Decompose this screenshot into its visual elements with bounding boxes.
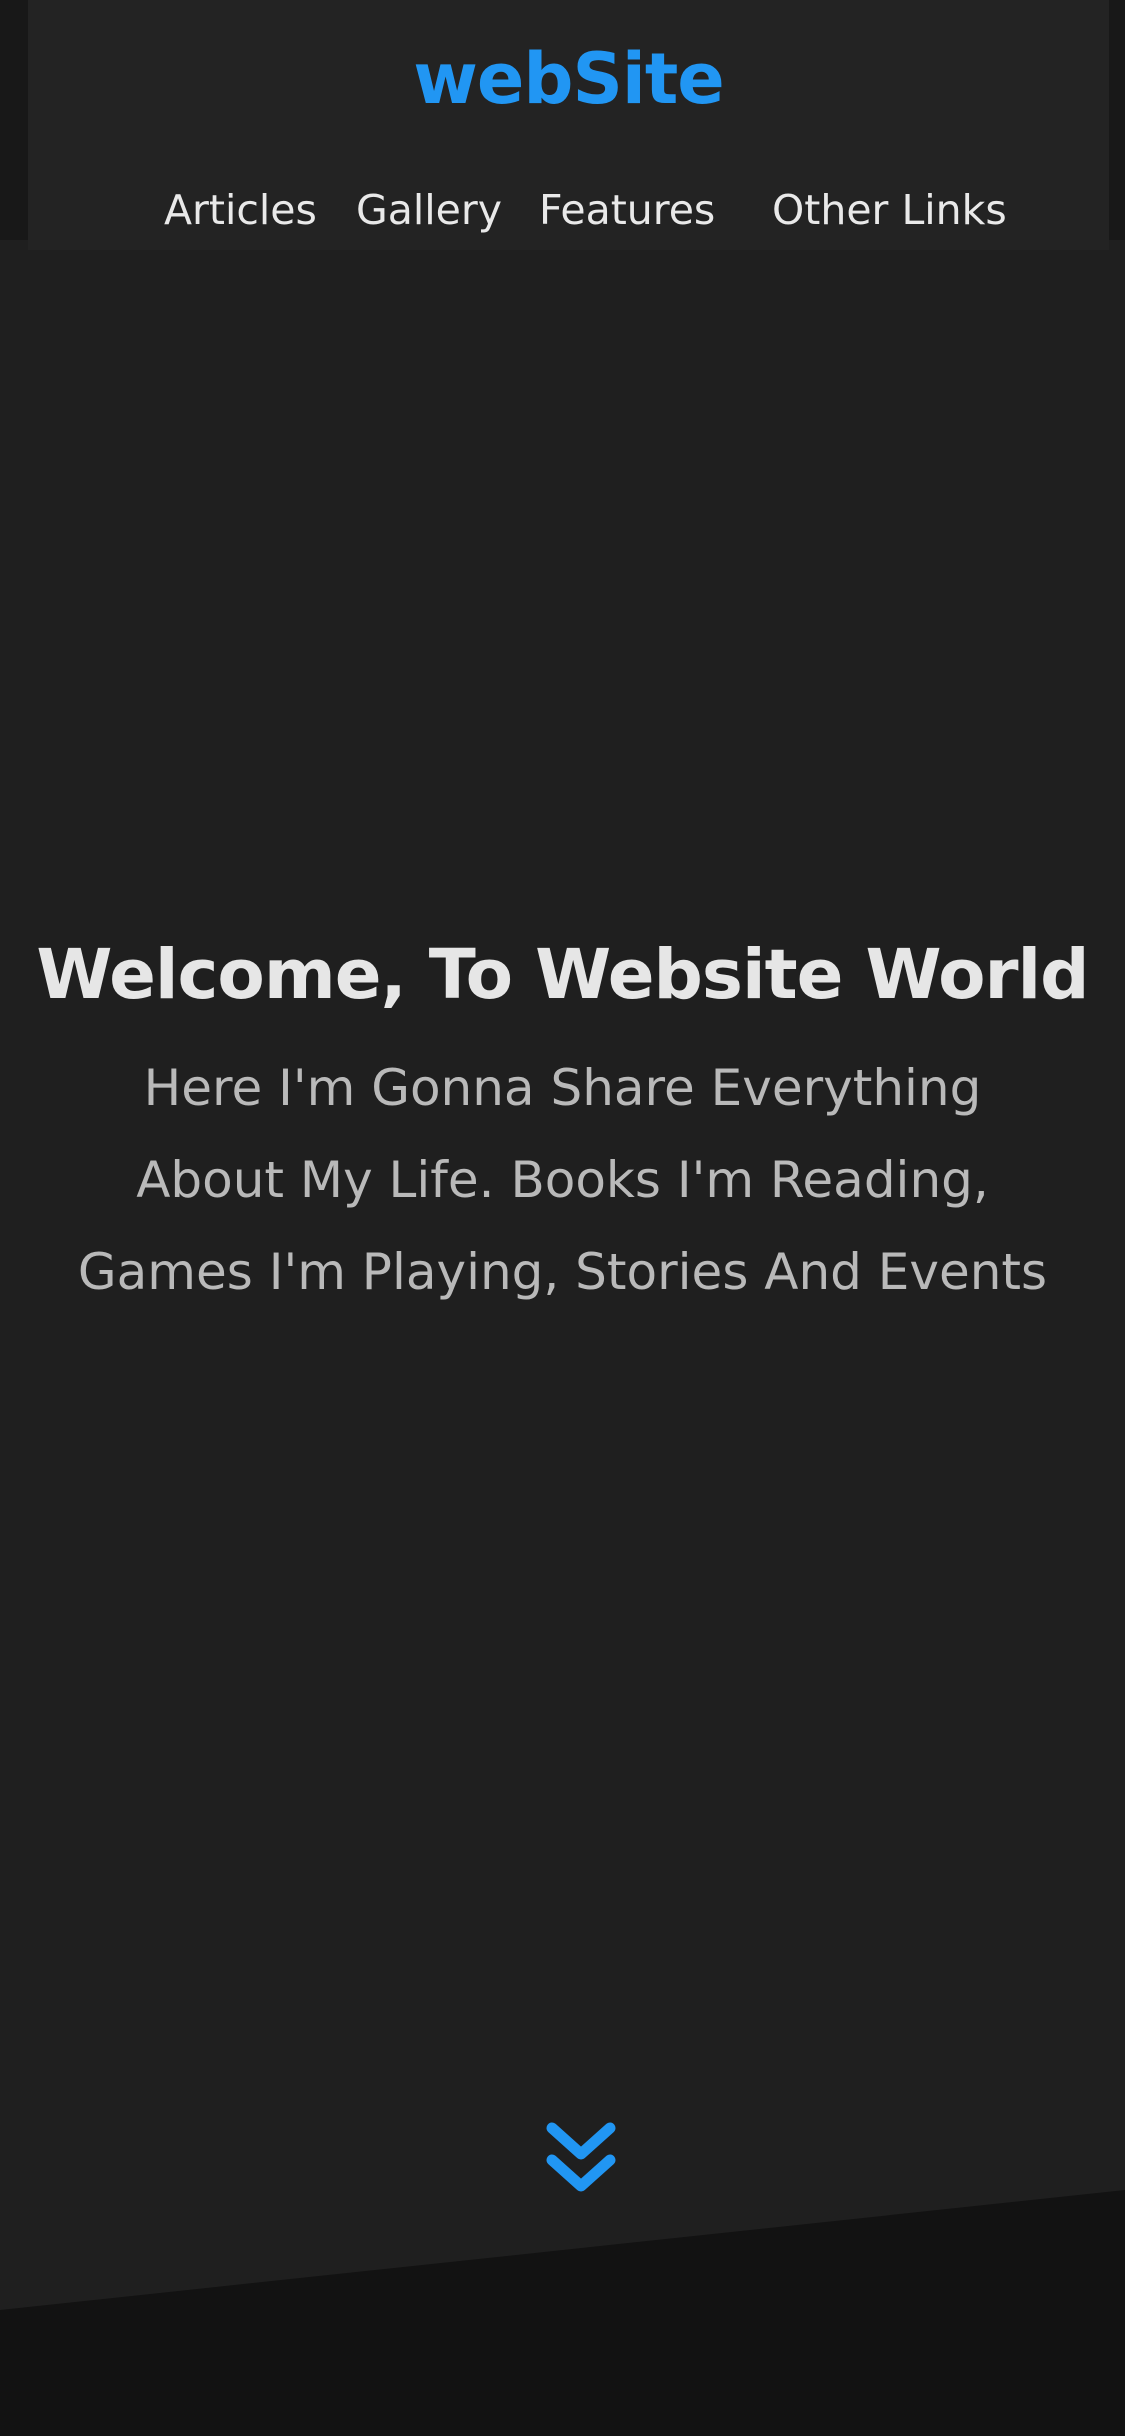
nav-link-gallery[interactable]: Gallery <box>356 180 502 240</box>
hero-description: Here I'm Gonna Share Everything About My… <box>77 1059 1048 1301</box>
nav-link-features[interactable]: Features <box>539 180 715 240</box>
hero-title: Welcome, To Website World <box>36 935 1089 1015</box>
left-edge-strip <box>0 0 28 240</box>
main-nav: Articles Gallery Features Other Links <box>28 180 1109 240</box>
nav-link-articles[interactable]: Articles <box>164 180 317 240</box>
site-logo[interactable]: webSite <box>28 34 1109 124</box>
double-chevron-down-icon[interactable] <box>542 2118 620 2206</box>
hero-section: Welcome, To Website World Here I'm Gonna… <box>0 920 1125 1318</box>
right-edge-strip <box>1109 0 1125 240</box>
site-header: webSite Articles Gallery Features Other … <box>28 0 1109 250</box>
nav-link-other-links[interactable]: Other Links <box>772 180 1007 240</box>
